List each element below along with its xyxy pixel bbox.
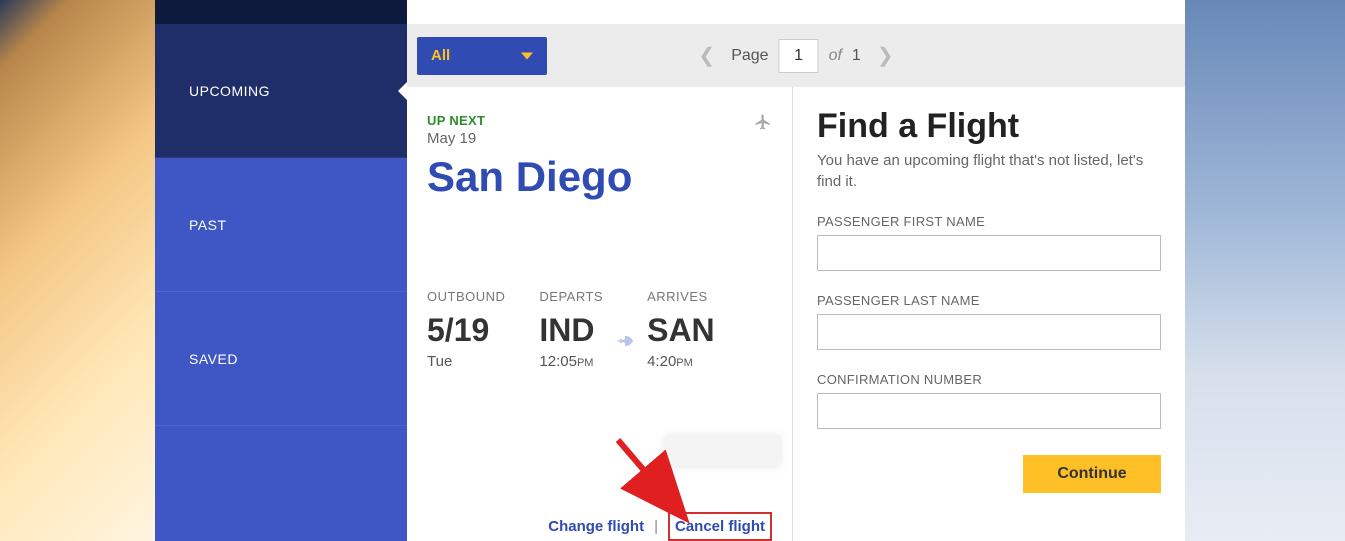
outbound-label: OUTBOUND	[427, 289, 505, 304]
page-total: 1	[852, 47, 861, 65]
upnext-date: May 19	[427, 130, 772, 147]
redacted-area	[665, 436, 780, 466]
outbound-day: Tue	[427, 353, 505, 370]
last-name-input[interactable]	[817, 314, 1161, 350]
find-flight-panel: Find a Flight You have an upcoming fligh…	[793, 87, 1185, 541]
page-prev-icon[interactable]: ❮	[692, 43, 721, 68]
find-flight-subtitle: You have an upcoming flight that's not l…	[817, 150, 1161, 192]
continue-button[interactable]: Continue	[1023, 455, 1161, 493]
cancel-flight-link[interactable]: Cancel flight	[668, 512, 772, 541]
sidebar-item-saved[interactable]: SAVED	[155, 292, 407, 426]
airplane-icon	[754, 113, 772, 136]
chevron-down-icon	[521, 52, 533, 59]
departs-label: DEPARTS	[539, 289, 603, 304]
arrives-time: 4:20PM	[647, 353, 715, 370]
arrives-label: ARRIVES	[647, 289, 715, 304]
outbound-column: OUTBOUND 5/19 Tue	[427, 289, 505, 370]
page-of-label: of	[829, 47, 842, 65]
upnext-label: UP NEXT	[427, 113, 772, 128]
sidebar-item-label: SAVED	[189, 351, 238, 367]
page-next-icon[interactable]: ❯	[871, 43, 900, 68]
sidebar: UPCOMING PAST SAVED	[155, 0, 407, 541]
confirmation-input[interactable]	[817, 393, 1161, 429]
flight-actions: Change flight | Cancel flight	[548, 512, 772, 541]
departs-time: 12:05PM	[539, 353, 603, 370]
arrives-code: SAN	[647, 312, 715, 349]
departs-column: DEPARTS IND 12:05PM	[539, 289, 603, 370]
page-current-input[interactable]	[779, 39, 819, 73]
sidebar-item-past[interactable]: PAST	[155, 158, 407, 292]
filter-bar: All ❮ Page of 1 ❯	[407, 24, 1185, 87]
confirmation-label: CONFIRMATION NUMBER	[817, 372, 1161, 387]
filter-dropdown[interactable]: All	[417, 37, 547, 75]
outbound-date: 5/19	[427, 312, 505, 349]
first-name-input[interactable]	[817, 235, 1161, 271]
first-name-label: PASSENGER FIRST NAME	[817, 214, 1161, 229]
sidebar-item-label: UPCOMING	[189, 83, 270, 99]
change-flight-link[interactable]: Change flight	[548, 518, 644, 535]
pagination: ❮ Page of 1 ❯	[692, 39, 899, 73]
filter-selected-label: All	[431, 47, 450, 64]
page-label: Page	[731, 47, 768, 65]
action-separator: |	[654, 518, 658, 535]
flight-card: UP NEXT May 19 San Diego OUTBOUND 5/19 T…	[407, 87, 793, 541]
last-name-label: PASSENGER LAST NAME	[817, 293, 1161, 308]
main-content: All ❮ Page of 1 ❯ UP NEXT May 19 San Die…	[407, 0, 1185, 541]
departs-code: IND	[539, 312, 603, 349]
arrives-column: ARRIVES SAN 4:20PM	[647, 289, 715, 370]
find-flight-title: Find a Flight	[817, 107, 1161, 146]
route-plane-icon	[615, 331, 635, 356]
sidebar-header-spacer	[155, 0, 407, 24]
destination-name: San Diego	[427, 153, 772, 201]
sidebar-item-label: PAST	[189, 217, 227, 233]
sidebar-item-upcoming[interactable]: UPCOMING	[155, 24, 407, 158]
